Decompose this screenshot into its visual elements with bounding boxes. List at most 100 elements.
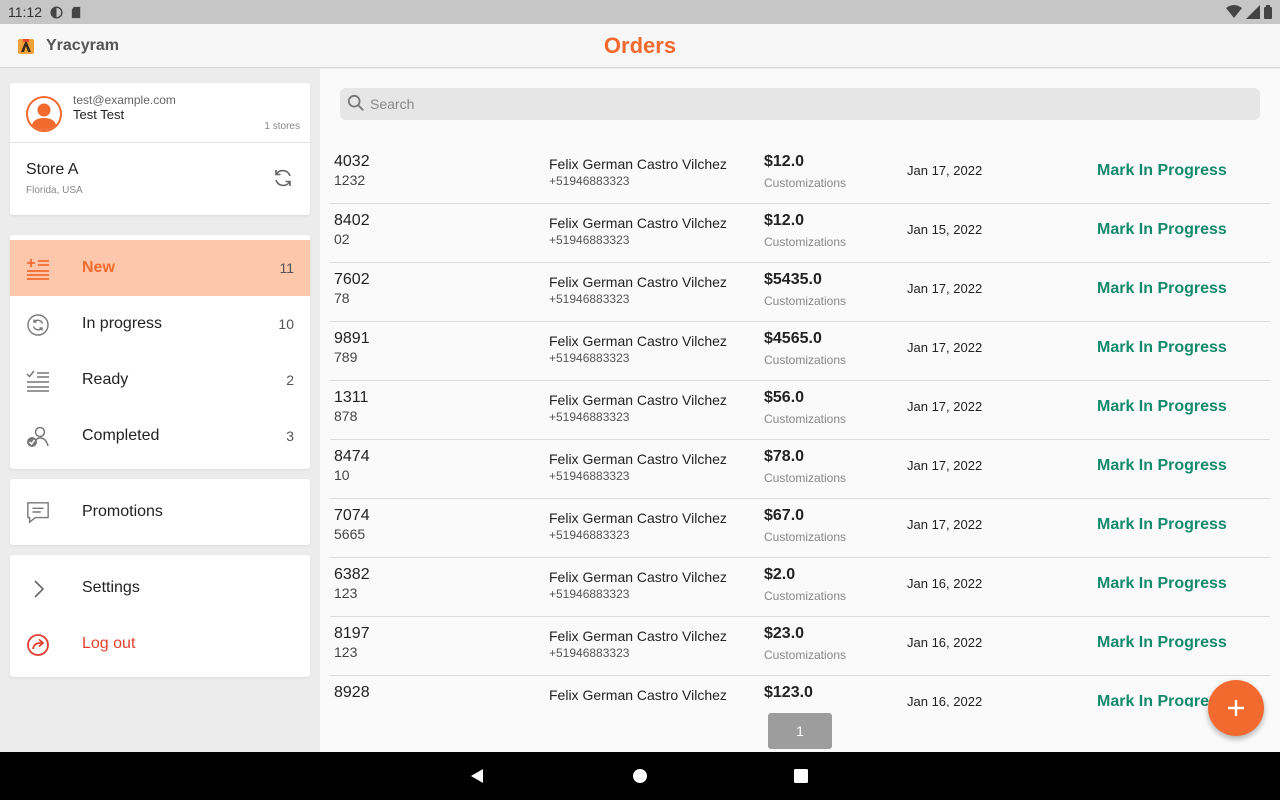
order-sub-number: 1232 [334, 172, 366, 188]
customer-phone: +51946883323 [549, 292, 630, 306]
add-order-button[interactable] [1208, 680, 1264, 736]
home-icon[interactable] [628, 764, 652, 788]
privacy-icon [50, 5, 63, 19]
order-row[interactable]: 9891 789 Felix German Castro Vilchez +51946… [330, 322, 1270, 381]
customizations-label: Customizations [764, 412, 847, 426]
customer-name: Felix German Castro Vilchez [549, 451, 727, 467]
mark-in-progress-button[interactable]: Mark In Progress [1097, 162, 1227, 180]
avatar[interactable] [26, 96, 62, 132]
signal-icon [1246, 5, 1260, 19]
order-number: 8474 [334, 448, 370, 465]
customer-name: Felix German Castro Vilchez [549, 215, 727, 231]
mark-in-progress-button[interactable]: Mark In Progress [1097, 398, 1227, 416]
customer-name: Felix German Castro Vilchez [549, 156, 727, 172]
order-number: 1311 [334, 389, 369, 406]
nav-item-completed[interactable]: Completed 3 [10, 408, 310, 464]
order-number: 7074 [334, 507, 370, 524]
nav-label-in-progress: In progress [82, 315, 163, 332]
status-time: 11:12 [8, 4, 42, 20]
mark-in-progress-button[interactable]: Mark In Progress [1097, 339, 1227, 357]
customizations-label: Customizations [764, 235, 847, 249]
search-bar[interactable] [340, 88, 1260, 120]
order-date: Jan 17, 2022 [907, 163, 983, 178]
nav-item-new[interactable]: New 11 [10, 240, 310, 296]
account-email: test@example.com [73, 93, 176, 107]
nav-count-ready: 2 [286, 372, 294, 388]
customer-phone: +51946883323 [549, 528, 630, 542]
customer-name: Felix German Castro Vilchez [549, 392, 727, 408]
settings-card: Settings Log out [10, 555, 310, 677]
order-sub-number: 10 [334, 467, 350, 483]
order-price: $2.0 [764, 566, 796, 583]
nav-item-promotions[interactable]: Promotions [10, 479, 310, 545]
back-icon[interactable] [466, 764, 490, 788]
mark-in-progress-button[interactable]: Mark In Progress [1097, 221, 1227, 239]
mark-in-progress-button[interactable]: Mark In Progress [1097, 575, 1227, 593]
order-row[interactable]: 6382 123 Felix German Castro Vilchez +51946… [330, 558, 1270, 617]
recents-icon[interactable] [789, 764, 813, 788]
order-date: Jan 16, 2022 [907, 694, 983, 707]
sd-card-icon [71, 6, 81, 18]
order-price: $5435.0 [764, 271, 822, 288]
customer-name: Felix German Castro Vilchez [549, 274, 727, 290]
divider [10, 142, 310, 143]
order-row[interactable]: 8474 10 Felix German Castro Vilchez +519468… [330, 440, 1270, 499]
nav-item-settings[interactable]: Settings [10, 560, 310, 616]
mark-in-progress-button[interactable]: Mark In Progress [1097, 634, 1227, 652]
order-row[interactable]: 7074 5665 Felix German Castro Vilchez +5194… [330, 499, 1270, 558]
account-name: Test Test [73, 107, 125, 122]
order-price: $56.0 [764, 389, 805, 406]
order-sub-number: 02 [334, 231, 350, 247]
nav-count-completed: 3 [286, 428, 294, 444]
order-date: Jan 17, 2022 [907, 399, 983, 414]
order-number: 8197 [334, 625, 370, 642]
switch-store-button[interactable] [270, 165, 296, 191]
customizations-label: Customizations [764, 589, 847, 603]
order-price: $4565.0 [764, 330, 822, 347]
nav-label-completed: Completed [82, 427, 160, 444]
logout-icon [27, 634, 49, 656]
chat-icon [27, 502, 49, 524]
nav-item-ready[interactable]: Ready 2 [10, 352, 310, 408]
order-sub-number: 878 [334, 408, 358, 424]
nav-label-ready: Ready [82, 371, 129, 388]
order-row[interactable]: 4032 1232 Felix German Castro Vilchez +5194… [330, 145, 1270, 204]
order-number: 6382 [334, 566, 370, 583]
nav-count-in-progress: 10 [278, 316, 294, 332]
account-card: test@example.com Test Test 1 stores Stor… [10, 83, 310, 215]
mark-in-progress-button[interactable]: Mark In Progress [1097, 516, 1227, 534]
nav-label-new: New [82, 259, 115, 276]
order-row[interactable]: 8402 02 Felix German Castro Vilchez +519468… [330, 204, 1270, 263]
order-sub-number: 123 [334, 644, 358, 660]
customizations-label: Customizations [764, 176, 847, 190]
plus-icon [1228, 700, 1244, 716]
user-check-icon [27, 426, 49, 447]
customer-phone: +51946883323 [549, 646, 630, 660]
order-row[interactable]: 8928 Felix German Castro Vilchez $123.0 Jan… [330, 676, 1270, 707]
order-price: $123.0 [764, 684, 813, 701]
order-number: 7602 [334, 271, 370, 288]
search-input[interactable] [370, 88, 1250, 120]
mark-in-progress-button[interactable]: Mark In Progress [1097, 280, 1227, 298]
order-sub-number: 5665 [334, 526, 366, 542]
order-row[interactable]: 8197 123 Felix German Castro Vilchez +51946… [330, 617, 1270, 676]
customer-phone: +51946883323 [549, 351, 630, 365]
page-title: Orders [603, 33, 677, 58]
battery-icon [1264, 5, 1272, 19]
sidebar: test@example.com Test Test 1 stores Stor… [0, 69, 320, 752]
nav-item-in-progress[interactable]: In progress 10 [10, 296, 310, 352]
logout-button[interactable]: Log out [10, 616, 310, 672]
order-row[interactable]: 7602 78 Felix German Castro Vilchez +519468… [330, 263, 1270, 322]
order-number: 9891 [334, 330, 370, 347]
page-1-button[interactable]: 1 [768, 713, 832, 749]
order-price: $12.0 [764, 153, 805, 170]
order-status-nav: New 11 In progress 10 Ready 2 Completed … [10, 235, 310, 469]
mark-in-progress-button[interactable]: Mark In Progress [1097, 457, 1227, 475]
chevron-right-icon [34, 580, 45, 598]
orders-list: 4032 1232 Felix German Castro Vilchez +5194… [330, 145, 1270, 707]
user-avatar-icon [31, 103, 57, 130]
app-bar: Yracyram Orders [0, 24, 1280, 68]
order-row[interactable]: 1311 878 Felix German Castro Vilchez +51946… [330, 381, 1270, 440]
customer-name: Felix German Castro Vilchez [549, 628, 727, 644]
order-date: Jan 16, 2022 [907, 576, 983, 591]
